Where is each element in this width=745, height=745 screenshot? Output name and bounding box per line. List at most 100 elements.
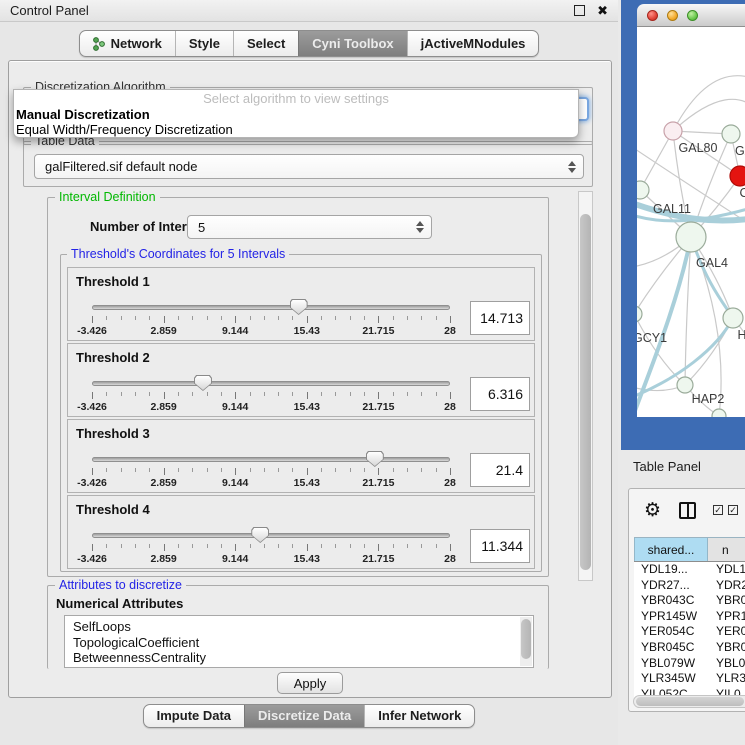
network-node-ga[interactable] <box>722 125 740 143</box>
tab-impute-data[interactable]: Impute Data <box>144 705 244 727</box>
threshold-slider[interactable]: -3.4262.8599.14415.4321.71528 <box>92 268 450 342</box>
table-row[interactable]: YBL079WYBL0 <box>634 656 745 672</box>
network-node-gal4[interactable] <box>676 222 706 252</box>
table-row[interactable]: YER054CYER0 <box>634 624 745 640</box>
table-data-combobox[interactable]: galFiltered.sif default node <box>34 154 584 179</box>
close-icon[interactable]: ✖ <box>597 6 608 15</box>
threshold-value-field[interactable]: 6.316 <box>470 377 530 411</box>
attributes-group-title: Attributes to discretize <box>55 578 186 592</box>
top-tab-group: Network Style SelectCyni ToolboxjActiveMNo… <box>79 30 540 57</box>
column-layout-icon[interactable] <box>679 502 696 519</box>
checkbox-icon[interactable]: ✓ <box>713 505 723 515</box>
control-panel-window: Control Panel ✖ NetworkStyleSelectCyni T… <box>0 0 618 745</box>
zoom-traffic-light-icon[interactable] <box>687 10 698 21</box>
tab-select[interactable]: Select <box>233 31 298 56</box>
threshold-value-field[interactable]: 21.4 <box>470 453 530 487</box>
network-node-label: GCY1 <box>637 331 667 345</box>
tab-label: Impute Data <box>157 708 231 723</box>
network-node-label: C <box>739 186 745 200</box>
apply-button[interactable]: Apply <box>277 672 343 694</box>
network-node-h[interactable] <box>723 308 743 328</box>
slider-handle[interactable] <box>290 299 308 315</box>
checkbox-icon[interactable]: ✓ <box>728 505 738 515</box>
attributes-list-scrollbar[interactable] <box>520 617 532 666</box>
combo-stepper-icon <box>415 221 424 233</box>
scrollbar-thumb[interactable] <box>521 619 531 659</box>
threshold-slider[interactable]: -3.4262.8599.14415.4321.71528 <box>92 344 450 418</box>
tab-network[interactable]: Network <box>80 31 175 56</box>
cyni-toolbox-content: Discretization Algorithm Select algorith… <box>8 60 612 698</box>
slider-track[interactable] <box>92 533 450 538</box>
table-rows: YDL19...YDL1YDR27...YDR2YBR043CYBR0YPR14… <box>634 562 745 699</box>
number-of-intervals-combobox[interactable]: 5 <box>187 215 432 239</box>
tab-jactivemnodules[interactable]: jActiveMNodules <box>407 31 539 56</box>
tab-label: Discretize Data <box>258 708 351 723</box>
interval-definition-group-title: Interval Definition <box>55 190 160 204</box>
table-row[interactable]: YPR145WYPR1 <box>634 609 745 625</box>
table-row[interactable]: YBR043CYBR0 <box>634 593 745 609</box>
network-node-gal80[interactable] <box>664 122 682 140</box>
slider-handle[interactable] <box>194 375 212 391</box>
table-row[interactable]: YDR27...YDR2 <box>634 578 745 594</box>
column-header-name[interactable]: n <box>708 538 745 561</box>
tab-discretize-data[interactable]: Discretize Data <box>244 705 364 727</box>
tab-label: Network <box>111 36 162 51</box>
slider-handle[interactable] <box>251 527 269 543</box>
node-attribute-table[interactable]: shared... n YDL19...YDL1YDR27...YDR2YBR0… <box>634 537 745 699</box>
attribute-item-selfloops[interactable]: SelfLoops <box>65 616 533 635</box>
threshold-slider[interactable]: -3.4262.8599.14415.4321.71528 <box>92 496 450 570</box>
attribute-items: SelfLoopsTopologicalCoefficientBetweenne… <box>65 616 533 666</box>
tab-infer-network[interactable]: Infer Network <box>364 705 474 727</box>
table-panel-header: Table Panel <box>633 450 743 483</box>
tab-style[interactable]: Style <box>175 31 233 56</box>
column-header-shared-name[interactable]: shared... <box>634 538 708 561</box>
network-node-hap2[interactable] <box>677 377 693 393</box>
network-canvas[interactable]: GAL80GACGAL11GAL4GCY1HHAP2 <box>637 27 745 417</box>
table-cell: YBL079W <box>634 656 708 672</box>
table-data-selected-value: galFiltered.sif default node <box>35 159 567 174</box>
slider-track[interactable] <box>92 457 450 462</box>
threshold-value-field[interactable]: 14.713 <box>470 301 530 335</box>
table-cell: YBL0 <box>708 656 745 672</box>
scrollbar-thumb[interactable] <box>580 214 591 570</box>
slider-track[interactable] <box>92 305 450 310</box>
network-node-gcy1[interactable] <box>637 306 642 322</box>
table-cell: YBR045C <box>634 640 708 656</box>
interval-definition-group: Interval Definition Number of Intervals … <box>47 197 549 577</box>
network-node[interactable] <box>712 409 726 417</box>
network-node-c[interactable] <box>730 166 745 186</box>
attribute-item-betweennesscentrality[interactable]: BetweennessCentrality <box>65 650 533 666</box>
gear-icon[interactable]: ⚙ <box>644 499 661 523</box>
table-cell: YDR27... <box>634 578 708 594</box>
network-node-gal11[interactable] <box>637 181 649 199</box>
table-cell: YPR145W <box>634 609 708 625</box>
slider-track[interactable] <box>92 381 450 386</box>
table-row[interactable]: YBR045CYBR0 <box>634 640 745 656</box>
threshold-slider[interactable]: -3.4262.8599.14415.4321.71528 <box>92 420 450 494</box>
table-row[interactable]: YLR345WYLR3 <box>634 671 745 687</box>
threshold-value-field[interactable]: 11.344 <box>470 529 530 563</box>
tab-cyni-toolbox[interactable]: Cyni Toolbox <box>298 31 406 56</box>
close-traffic-light-icon[interactable] <box>647 10 658 21</box>
float-window-icon[interactable] <box>574 5 585 16</box>
minimize-traffic-light-icon[interactable] <box>667 10 678 21</box>
threshold-panel-4: Threshold 4-3.4262.8599.14415.4321.71528… <box>67 495 535 569</box>
slider-handle[interactable] <box>366 451 384 467</box>
table-cell: YBR043C <box>634 593 708 609</box>
tab-label: Style <box>189 36 220 51</box>
network-node-label: GAL4 <box>696 256 728 270</box>
main-vertical-scrollbar[interactable] <box>578 191 593 581</box>
combo-stepper-icon <box>567 161 576 173</box>
numerical-attributes-list[interactable]: SelfLoopsTopologicalCoefficientBetweenne… <box>64 615 534 668</box>
network-window-titlebar <box>637 4 745 27</box>
table-panel-toolbar: ⚙ ✓ ✓ <box>629 489 745 536</box>
attribute-item-topologicalcoefficient[interactable]: TopologicalCoefficient <box>65 635 533 651</box>
scrollbar-thumb[interactable] <box>636 697 744 706</box>
table-panel: ⚙ ✓ ✓ shared... n YDL19...YDL1YDR27...YD… <box>628 488 745 712</box>
dropdown-option-equal-width-frequency-discretization[interactable]: Equal Width/Frequency Discretization <box>14 122 578 137</box>
table-data-group: Table Data galFiltered.sif default node <box>23 141 593 187</box>
table-horizontal-scrollbar[interactable] <box>633 695 745 708</box>
table-row[interactable]: YDL19...YDL1 <box>634 562 745 578</box>
dropdown-option-manual-discretization[interactable]: Manual Discretization <box>14 107 578 122</box>
network-node-label: GAL80 <box>679 141 718 155</box>
